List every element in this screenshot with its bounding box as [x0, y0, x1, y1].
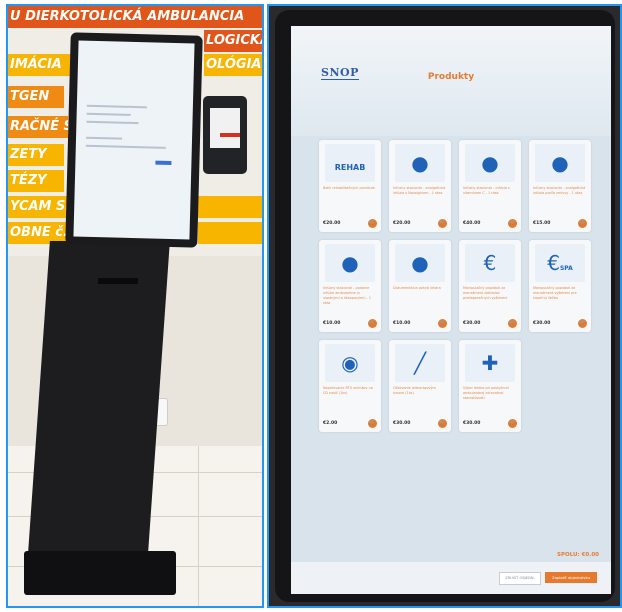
kiosk-base [24, 551, 176, 595]
order-footer: SPOLU: €0.00 ZRUŠIŤ OBJEDN. Zaplatiť obj… [291, 552, 611, 594]
display-button [155, 160, 172, 165]
product-name: Dokumentácia pohyb lekára [393, 286, 441, 290]
cancel-order-button[interactable]: ZRUŠIŤ OBJEDN. [499, 572, 541, 585]
product-card[interactable]: ● Infúzny stacionár - analgetická infúzi… [529, 140, 591, 232]
product-price: €30.00 [463, 421, 481, 426]
add-to-cart-icon[interactable]: 🛒 [368, 319, 377, 328]
product-price: €20.00 [393, 221, 411, 226]
page-title: Produkty [427, 72, 475, 82]
product-price: €30.00 [463, 321, 481, 326]
sign-row [198, 222, 262, 244]
product-price: €20.00 [323, 221, 341, 226]
product-price: €2.00 [323, 421, 338, 426]
display-line [86, 112, 131, 116]
product-price: €30.00 [393, 421, 411, 426]
add-to-cart-icon[interactable]: 🛒 [438, 419, 447, 428]
syringe-icon: ╱ [395, 344, 445, 382]
printer-slot [98, 278, 138, 284]
display-line [86, 104, 147, 109]
sign-row [198, 196, 262, 218]
sign-row: IMÁCIA [8, 54, 74, 76]
sign-row: OLÓGIA [204, 54, 262, 76]
kiosk-photo-left: U DIERKOTOLICKÁ AMBULANCIA LOGICKÁ AM IM… [8, 6, 262, 606]
product-card[interactable]: ◉ Napaľovanie RTG snímkov na CD nosič (1… [319, 340, 381, 432]
card-reader [203, 96, 247, 174]
add-to-cart-icon[interactable]: 🛒 [508, 219, 517, 228]
tile-line [198, 446, 199, 606]
patient-drip-icon: ● [395, 144, 445, 182]
kiosk-screen-ui: SNOP Produkty REHAB Balík rehabilitačnýc… [291, 26, 611, 594]
product-price: €10.00 [323, 321, 341, 326]
product-card[interactable]: € Manipulačný poplatok za manažment dokl… [459, 240, 521, 332]
card-reader-screen [210, 108, 240, 148]
product-price: €10.00 [393, 321, 411, 326]
euro-spa-document-icon: €SPA [535, 244, 585, 282]
product-card[interactable]: ✚ Výber lekára pri poskytnutí ambulantne… [459, 340, 521, 432]
add-to-cart-icon[interactable]: 🛒 [508, 319, 517, 328]
product-price: €40.00 [463, 221, 481, 226]
card-reader-logo [220, 133, 240, 137]
display-line [85, 144, 166, 149]
add-to-cart-icon[interactable]: 🛒 [438, 219, 447, 228]
product-card[interactable]: ● Infúzny stacionár - podanie infúzie am… [319, 240, 381, 332]
xray-cd-icon: ◉ [325, 344, 375, 382]
kiosk-photo-right: SNOP Produkty REHAB Balík rehabilitačnýc… [269, 6, 622, 606]
product-name: Balík rehabilitačných pomôcok [323, 186, 375, 190]
sign-row: LOGICKÁ AM [204, 30, 262, 52]
product-card[interactable]: €SPA Manipulačný poplatok za manažment v… [529, 240, 591, 332]
display-line [86, 120, 139, 125]
product-name: Infúzny stacionár - analgetická infúzia … [533, 186, 586, 195]
product-price: €15.00 [533, 221, 551, 226]
product-name: Infúzny stacionár - infúzia s vitamínom … [463, 186, 510, 195]
add-to-cart-icon[interactable]: 🛒 [438, 319, 447, 328]
add-to-cart-icon[interactable]: 🛒 [578, 319, 587, 328]
product-card[interactable]: REHAB Balík rehabilitačných pomôcok €20.… [319, 140, 381, 232]
patient-drip-icon: ● [325, 244, 375, 282]
add-to-cart-icon[interactable]: 🛒 [578, 219, 587, 228]
product-name: Výber lekára pri poskytnutí ambulantnej … [463, 386, 509, 400]
patient-drip-c-icon: ● [465, 144, 515, 182]
euro-document-icon: € [465, 244, 515, 282]
product-name: Manipulačný poplatok za manažment vyšetr… [533, 286, 577, 300]
product-name: Infúzny stacionár - podanie infúzie ambu… [323, 286, 372, 305]
display-line [86, 136, 123, 140]
product-card[interactable]: ● Infúzny stacionár - infúzia s vitamíno… [459, 140, 521, 232]
product-name: Očkovanie jednorázovým kusom (1ks) [393, 386, 436, 395]
sign-row: U DIERKOTOLICKÁ AMBULANCIA [8, 6, 262, 28]
product-price: €30.00 [533, 321, 551, 326]
product-card[interactable]: ● Dokumentácia pohyb lekára €10.00 🛒 [389, 240, 451, 332]
product-name: Infúzny stacionár - analgetická infúzia … [393, 186, 446, 195]
patient-scan-icon: ● [395, 244, 445, 282]
rehab-icon: REHAB [325, 144, 375, 182]
sign-row: ZETY [8, 144, 64, 166]
kiosk-bezel: SNOP Produkty REHAB Balík rehabilitačnýc… [275, 10, 615, 602]
add-to-cart-icon[interactable]: 🛒 [368, 419, 377, 428]
sign-row: TÉZY [8, 170, 64, 192]
sign-row: TGEN [8, 86, 64, 108]
pay-order-button[interactable]: Zaplatiť objednávku [545, 572, 597, 583]
add-to-cart-icon[interactable]: 🛒 [368, 219, 377, 228]
product-card[interactable]: ╱ Očkovanie jednorázovým kusom (1ks) €30… [389, 340, 451, 432]
doctor-patient-icon: ✚ [465, 344, 515, 382]
sign-row: RAČNÉ SA [8, 116, 68, 138]
patient-clipboard-icon: ● [535, 144, 585, 182]
sign-row: YCAM SK [8, 196, 68, 218]
product-name: Napaľovanie RTG snímkov na CD nosič (1ks… [323, 386, 373, 395]
add-to-cart-icon[interactable]: 🛒 [508, 419, 517, 428]
kiosk-pillar [26, 241, 170, 581]
order-total: SPOLU: €0.00 [557, 552, 599, 558]
kiosk-screen [65, 32, 203, 248]
kiosk-display [73, 40, 195, 240]
product-card[interactable]: ● Infúzny stacionár - analgetická infúzi… [389, 140, 451, 232]
product-name: Manipulačný poplatok za manažment doklad… [463, 286, 508, 300]
